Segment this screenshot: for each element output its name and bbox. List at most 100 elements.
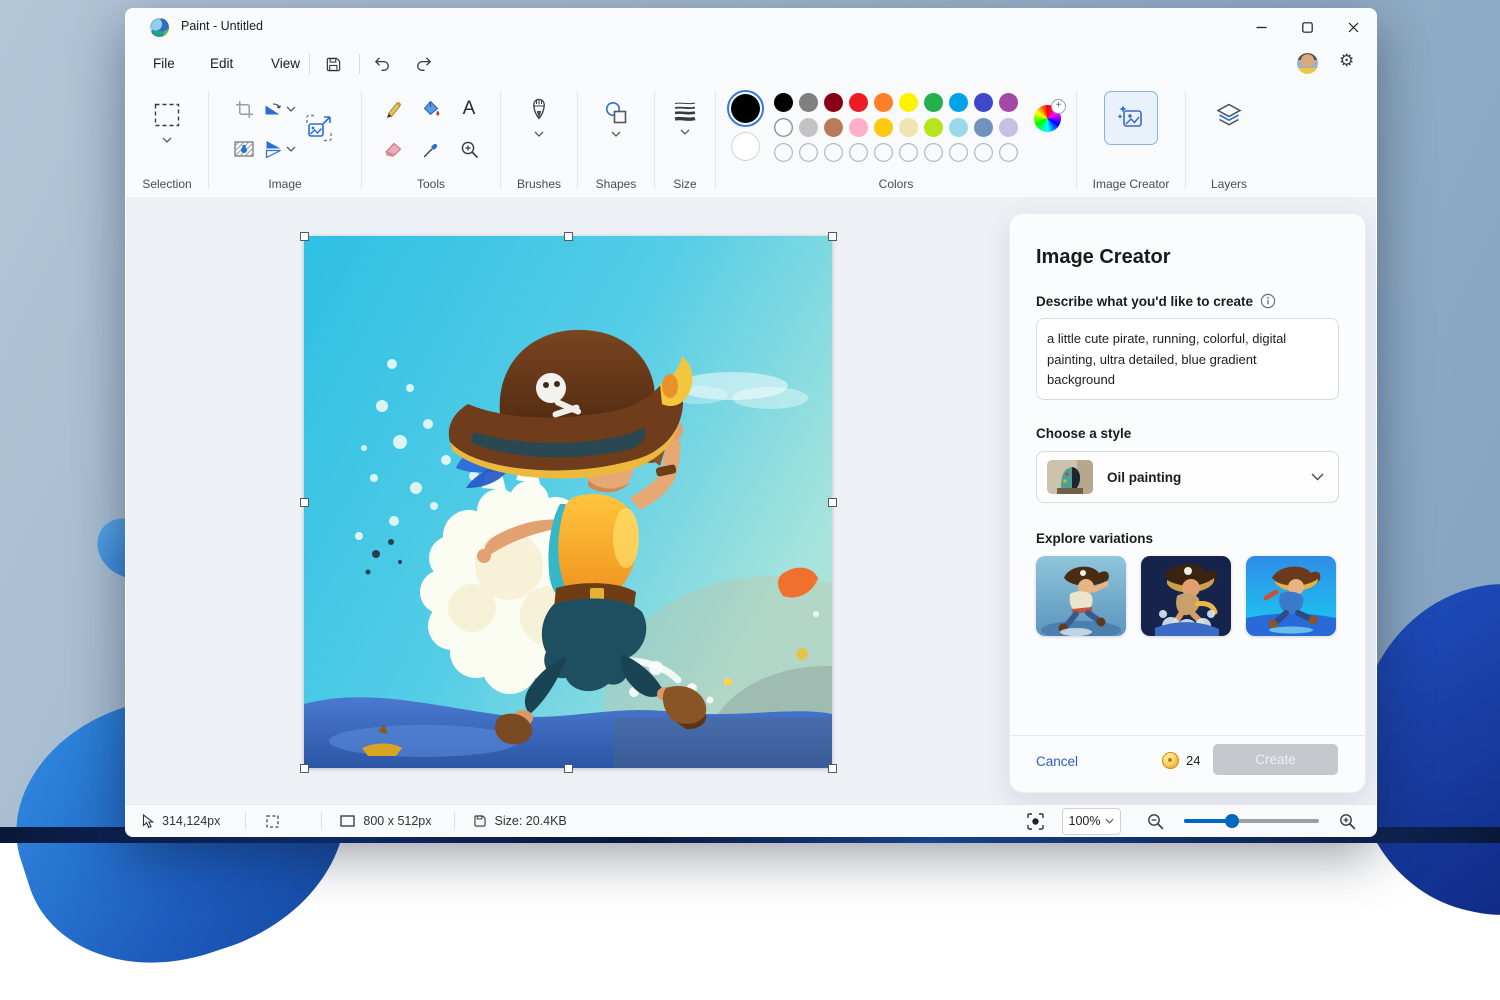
color-swatch-empty[interactable]: [799, 143, 818, 162]
zoom-slider[interactable]: [1184, 819, 1319, 823]
maximize-icon: [1302, 22, 1313, 33]
selection-handle-bottom-center[interactable]: [564, 764, 573, 773]
zoom-out-button[interactable]: [1147, 813, 1164, 830]
color-swatch[interactable]: [999, 93, 1018, 112]
style-thumbnail: [1047, 460, 1093, 494]
fill-button[interactable]: [416, 95, 446, 123]
color-swatch[interactable]: [949, 93, 968, 112]
color-picker-button[interactable]: [416, 135, 446, 163]
secondary-color-swatch[interactable]: [731, 132, 760, 161]
file-size: Size: 20.4KB: [495, 814, 567, 828]
rotate-icon: [264, 101, 282, 117]
zoom-in-button[interactable]: [1339, 813, 1356, 830]
magnifier-button[interactable]: [454, 135, 484, 163]
color-swatch-empty[interactable]: [924, 143, 943, 162]
variation-thumbnail-3[interactable]: [1246, 556, 1336, 636]
color-swatch[interactable]: [924, 118, 943, 137]
color-swatch[interactable]: [924, 93, 943, 112]
size-dropdown-chevron[interactable]: [680, 129, 690, 135]
color-swatch[interactable]: [849, 93, 868, 112]
color-swatch-empty[interactable]: [974, 143, 993, 162]
color-swatch-empty[interactable]: [824, 143, 843, 162]
account-avatar[interactable]: [1297, 53, 1318, 74]
brushes-dropdown-chevron[interactable]: [534, 131, 544, 137]
color-swatch[interactable]: [824, 93, 843, 112]
fit-to-window-button[interactable]: [1027, 813, 1044, 830]
color-swatch[interactable]: [799, 118, 818, 137]
color-swatch[interactable]: [974, 93, 993, 112]
pencil-button[interactable]: [378, 95, 408, 123]
eraser-button[interactable]: [378, 135, 408, 163]
color-swatch-empty[interactable]: [949, 143, 968, 162]
prompt-input[interactable]: a little cute pirate, running, colorful,…: [1036, 318, 1339, 400]
primary-color-swatch[interactable]: [731, 94, 760, 123]
selection-handle-middle-right[interactable]: [828, 498, 837, 507]
shapes-button[interactable]: [601, 99, 631, 127]
text-tool-button[interactable]: A: [454, 95, 484, 123]
tools-group-label: Tools: [417, 177, 445, 191]
cancel-button[interactable]: Cancel: [1036, 754, 1078, 769]
selection-handle-top-center[interactable]: [564, 232, 573, 241]
info-icon[interactable]: [1260, 293, 1276, 309]
color-swatch-empty[interactable]: [899, 143, 918, 162]
color-swatch[interactable]: [974, 118, 993, 137]
selection-dropdown-chevron[interactable]: [162, 137, 172, 143]
selection-handle-bottom-right[interactable]: [828, 764, 837, 773]
color-swatch-empty[interactable]: [999, 143, 1018, 162]
save-button[interactable]: [322, 53, 344, 75]
color-swatch[interactable]: [824, 118, 843, 137]
color-swatch[interactable]: [949, 118, 968, 137]
redo-button[interactable]: [413, 53, 435, 75]
selection-tool-button[interactable]: [152, 101, 182, 129]
color-swatch[interactable]: [874, 93, 893, 112]
credits-indicator: 24: [1162, 752, 1200, 769]
color-swatch[interactable]: [849, 118, 868, 137]
color-swatch-empty[interactable]: [874, 143, 893, 162]
color-swatch[interactable]: [774, 93, 793, 112]
credits-count: 24: [1186, 753, 1200, 768]
edit-colors-button[interactable]: +: [1034, 105, 1061, 132]
color-swatch[interactable]: [899, 93, 918, 112]
remove-background-button[interactable]: [229, 135, 259, 163]
size-button[interactable]: [670, 97, 700, 125]
color-swatch-empty[interactable]: [774, 143, 793, 162]
statusbar-separator: [321, 812, 322, 830]
image-creator-button[interactable]: [1104, 91, 1158, 145]
selection-handle-bottom-left[interactable]: [300, 764, 309, 773]
selection-handle-middle-left[interactable]: [300, 498, 309, 507]
brushes-button[interactable]: [524, 97, 554, 125]
layers-button[interactable]: [1212, 99, 1246, 133]
color-swatch[interactable]: [874, 118, 893, 137]
crop-button[interactable]: [229, 95, 259, 123]
settings-gear-icon[interactable]: ⚙: [1339, 51, 1354, 71]
canvas[interactable]: [304, 236, 832, 768]
style-dropdown[interactable]: Oil painting: [1036, 451, 1339, 503]
shapes-dropdown-chevron[interactable]: [611, 131, 621, 137]
maximize-button[interactable]: [1284, 9, 1330, 46]
menu-edit[interactable]: Edit: [202, 52, 241, 75]
menu-view[interactable]: View: [263, 52, 308, 75]
title-bar[interactable]: Paint - Untitled: [126, 9, 1376, 46]
zoom-value: 100%: [1069, 814, 1101, 828]
resize-image-button[interactable]: [297, 106, 341, 150]
variation-thumbnail-2[interactable]: [1141, 556, 1231, 636]
create-button[interactable]: Create: [1213, 744, 1338, 775]
selection-handle-top-left[interactable]: [300, 232, 309, 241]
variation-thumbnail-1[interactable]: [1036, 556, 1126, 636]
selection-handle-top-right[interactable]: [828, 232, 837, 241]
chevron-down-icon: [286, 146, 296, 152]
zoom-percent-dropdown[interactable]: 100%: [1062, 808, 1121, 835]
color-swatch[interactable]: [899, 118, 918, 137]
status-bar: 314,124px 800 x 512px Size: 20.4KB: [126, 804, 1376, 837]
undo-button[interactable]: [371, 53, 393, 75]
color-swatch-empty[interactable]: [849, 143, 868, 162]
menu-file[interactable]: File: [145, 52, 183, 75]
pencil-icon: [383, 99, 403, 119]
color-swatch[interactable]: [774, 118, 793, 137]
canvas-artwork-pirate: [304, 236, 832, 768]
zoom-slider-thumb[interactable]: [1225, 814, 1239, 828]
minimize-button[interactable]: [1238, 9, 1284, 46]
close-button[interactable]: [1330, 9, 1376, 46]
color-swatch[interactable]: [999, 118, 1018, 137]
color-swatch[interactable]: [799, 93, 818, 112]
